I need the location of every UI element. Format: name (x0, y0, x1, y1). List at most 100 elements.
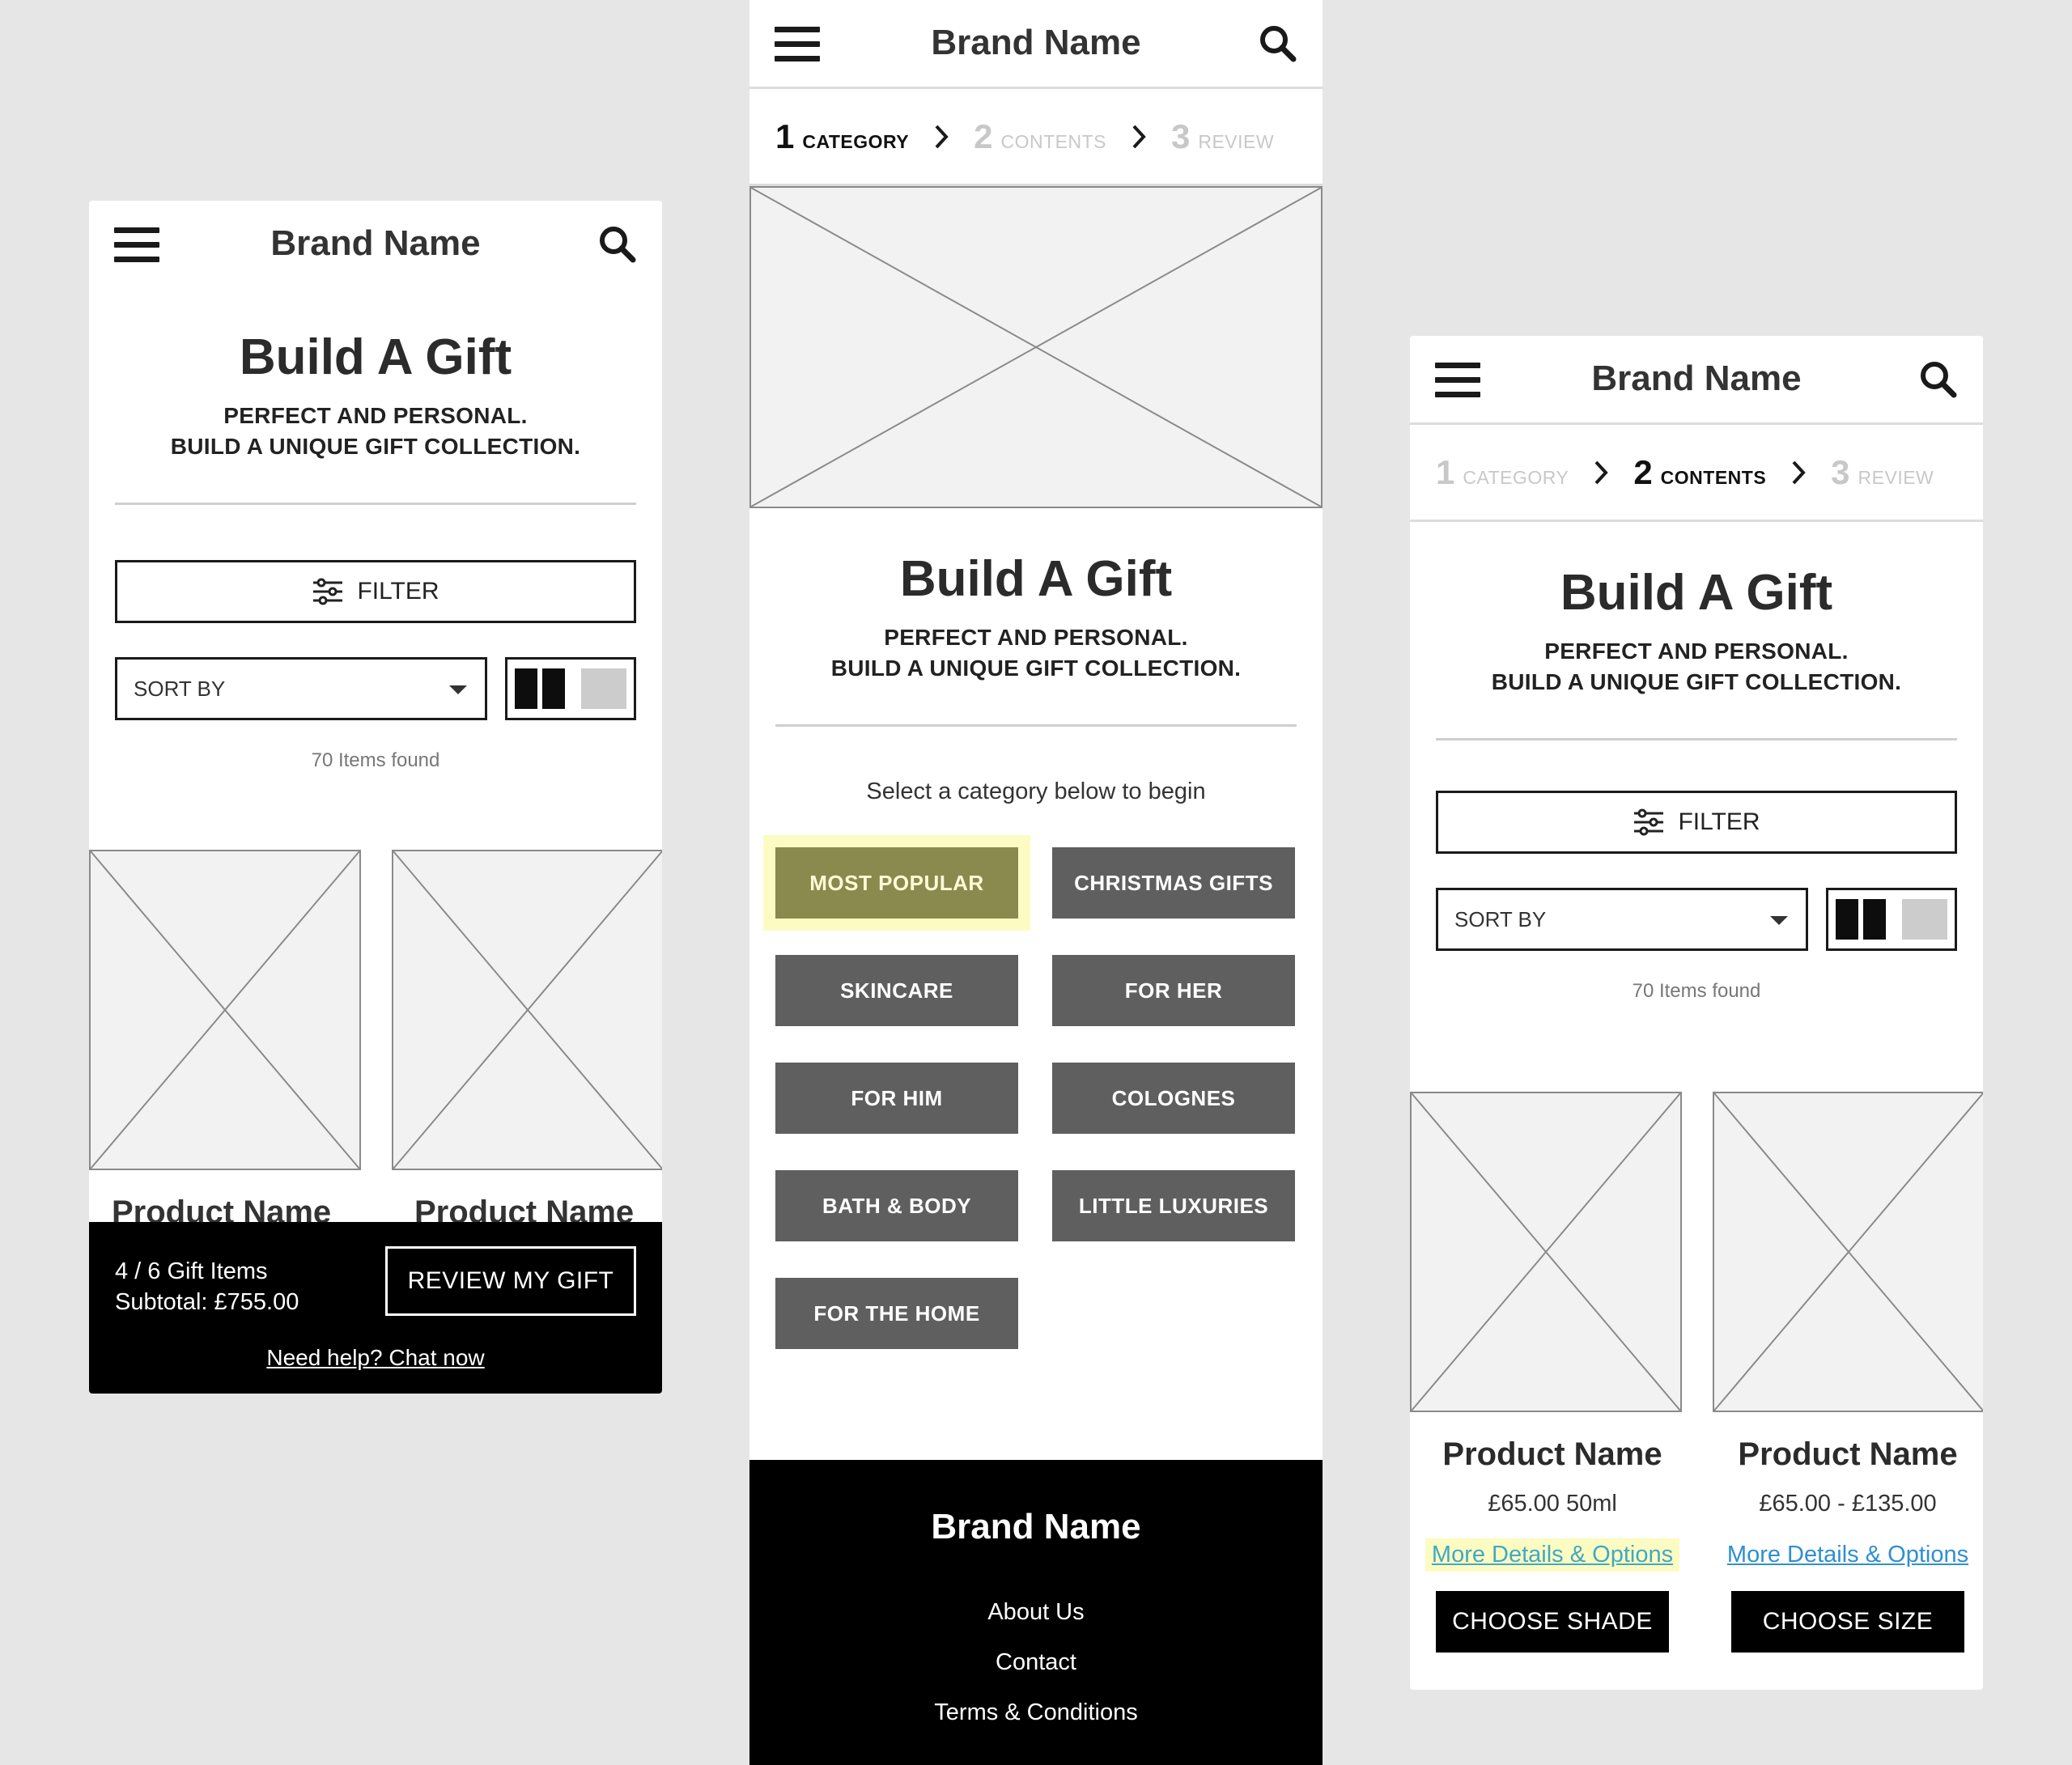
subtitle-line-2: BUILD A UNIQUE GIFT COLLECTION. (830, 656, 1242, 681)
step-number: 3 (1831, 452, 1850, 491)
caret-down-icon (1770, 916, 1788, 925)
step-number: 1 (775, 117, 795, 155)
category-christmas-gifts[interactable]: CHRISTMAS GIFTS (1052, 847, 1295, 919)
header: Brand Name (89, 201, 662, 290)
category-for-the-home[interactable]: FOR THE HOME (775, 1278, 1018, 1349)
subtitle-line-1: PERFECT AND PERSONAL. (884, 625, 1188, 650)
chevron-right-icon (935, 125, 949, 148)
product-card: Product Name £65.00 - £135.00 More Detai… (1713, 1436, 1983, 1653)
review-my-gift-button[interactable]: REVIEW MY GIFT (385, 1246, 636, 1316)
header: Brand Name (1410, 336, 1983, 425)
view-two-column-icon-right[interactable] (542, 668, 565, 709)
chevron-right-icon (1594, 460, 1609, 484)
category-for-him[interactable]: FOR HIM (775, 1063, 1018, 1134)
view-single-column-icon[interactable] (581, 668, 626, 709)
category-little-luxuries[interactable]: LITTLE LUXURIES (1052, 1170, 1295, 1241)
product-image-placeholder[interactable] (1713, 1092, 1983, 1412)
gift-summary-bar: 4 / 6 Gift Items Subtotal: £755.00 REVIE… (89, 1222, 662, 1394)
choose-size-button[interactable]: CHOOSE SIZE (1731, 1591, 1964, 1653)
more-details-link[interactable]: More Details & Options (1424, 1538, 1680, 1572)
footer-brand[interactable]: Brand Name (749, 1507, 1323, 1547)
footer-link-terms[interactable]: Terms & Conditions (749, 1701, 1323, 1725)
product-price: £65.00 - £135.00 (1759, 1491, 1937, 1517)
footer-link-about[interactable]: About Us (749, 1601, 1323, 1624)
step-contents[interactable]: 2 CONTENTS (974, 117, 1106, 156)
product-price: £65.00 50ml (1488, 1491, 1617, 1517)
chat-help-link[interactable]: Need help? Chat now (89, 1345, 662, 1371)
stepper: 1 CATEGORY 2 CONTENTS 3 REVIEW (1410, 425, 1983, 522)
chevron-right-icon (1132, 125, 1146, 148)
subtitle-line-2: BUILD A UNIQUE GIFT COLLECTION. (1491, 669, 1902, 694)
step-number: 2 (974, 117, 993, 155)
gift-summary: 4 / 6 Gift Items Subtotal: £755.00 (115, 1256, 299, 1317)
gift-item-count: 4 / 6 Gift Items (115, 1258, 268, 1284)
brand-name[interactable]: Brand Name (1410, 359, 1983, 399)
sort-select[interactable]: SORT BY (1436, 888, 1808, 951)
subtitle-line-1: PERFECT AND PERSONAL. (223, 403, 528, 428)
chevron-right-icon (1792, 460, 1806, 484)
screen-product-listing: Brand Name Build A Gift PERFECT AND PERS… (89, 201, 662, 1394)
view-two-column-icon[interactable] (1836, 899, 1858, 940)
gift-subtotal: Subtotal: £755.00 (115, 1289, 299, 1315)
step-number: 2 (1633, 452, 1653, 491)
product-name[interactable]: Product Name (1713, 1436, 1983, 1473)
step-contents[interactable]: 2 CONTENTS (1633, 453, 1766, 492)
page-title: Build A Gift (899, 551, 1173, 607)
step-number: 1 (1436, 452, 1455, 491)
footer-link-contact[interactable]: Contact (749, 1651, 1323, 1674)
choose-shade-button[interactable]: CHOOSE SHADE (1436, 1591, 1669, 1653)
step-label: REVIEW (1858, 466, 1934, 488)
view-two-column-icon[interactable] (515, 668, 537, 709)
step-category[interactable]: 1 CATEGORY (775, 117, 909, 156)
step-category[interactable]: 1 CATEGORY (1436, 453, 1569, 492)
product-name[interactable]: Product Name (1410, 1436, 1695, 1473)
product-image-placeholder[interactable] (392, 850, 662, 1170)
filter-sliders-icon (1634, 808, 1664, 836)
more-details-link[interactable]: More Details & Options (1721, 1538, 1975, 1572)
search-icon[interactable] (1918, 359, 1959, 400)
brand-name[interactable]: Brand Name (749, 23, 1323, 63)
category-intro: Select a category below to begin (866, 779, 1206, 804)
sort-label: SORT BY (1454, 906, 1547, 931)
filter-label: FILTER (357, 578, 439, 605)
filter-button[interactable]: FILTER (1436, 791, 1957, 854)
sort-label: SORT BY (134, 676, 226, 701)
product-card: Product Name £65.00 50ml More Details & … (1410, 1436, 1695, 1653)
step-number: 3 (1171, 117, 1191, 155)
step-label: CONTENTS (1660, 466, 1767, 488)
header: Brand Name (749, 0, 1323, 89)
view-toggle (1826, 888, 1957, 951)
view-two-column-icon-right[interactable] (1863, 899, 1886, 940)
category-skincare[interactable]: SKINCARE (775, 955, 1018, 1026)
view-toggle (505, 657, 636, 720)
view-single-column-icon[interactable] (1902, 899, 1947, 940)
subtitle-line-2: BUILD A UNIQUE GIFT COLLECTION. (170, 434, 581, 459)
footer: Brand Name About Us Contact Terms & Cond… (749, 1460, 1323, 1765)
category-most-popular[interactable]: MOST POPULAR (775, 847, 1018, 919)
product-image-placeholder[interactable] (1410, 1092, 1682, 1412)
search-icon[interactable] (1258, 23, 1298, 64)
search-icon[interactable] (597, 224, 638, 265)
sort-select[interactable]: SORT BY (115, 657, 487, 720)
items-found: 70 Items found (311, 749, 440, 771)
hero-image-placeholder (749, 186, 1323, 508)
product-image-placeholder[interactable] (89, 850, 361, 1170)
sort-row: SORT BY (115, 657, 636, 720)
subtitle-line-1: PERFECT AND PERSONAL. (1544, 639, 1849, 664)
caret-down-icon (449, 685, 467, 694)
category-for-her[interactable]: FOR HER (1052, 955, 1295, 1026)
category-bath-body[interactable]: BATH & BODY (775, 1170, 1018, 1241)
step-label: CATEGORY (802, 130, 910, 152)
page-title: Build A Gift (239, 329, 512, 385)
step-review[interactable]: 3 REVIEW (1171, 117, 1274, 156)
page-subtitle: PERFECT AND PERSONAL. BUILD A UNIQUE GIF… (749, 622, 1323, 684)
category-colognes[interactable]: COLOGNES (1052, 1063, 1295, 1134)
step-review[interactable]: 3 REVIEW (1831, 453, 1934, 492)
items-found: 70 Items found (1632, 980, 1761, 1002)
filter-label: FILTER (1678, 808, 1760, 835)
page-subtitle: PERFECT AND PERSONAL. BUILD A UNIQUE GIF… (1410, 636, 1983, 698)
sort-row: SORT BY (1436, 888, 1957, 951)
filter-button[interactable]: FILTER (115, 560, 636, 623)
page-subtitle: PERFECT AND PERSONAL. BUILD A UNIQUE GIF… (89, 401, 662, 462)
brand-name[interactable]: Brand Name (89, 223, 662, 264)
